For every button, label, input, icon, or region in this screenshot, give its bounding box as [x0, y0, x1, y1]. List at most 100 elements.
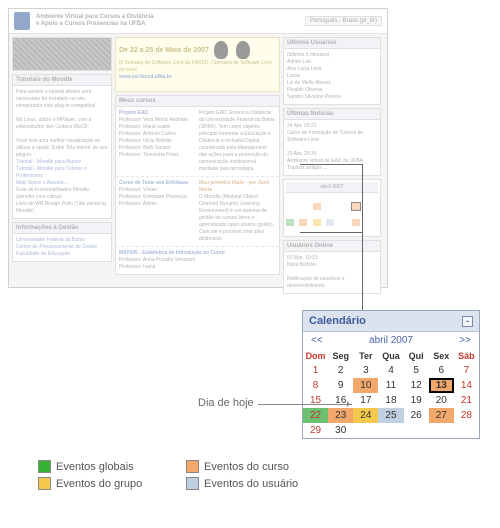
calendar-dow: Sex [429, 349, 454, 363]
page-header: Ambiente Virtual para Cursos a Distância… [9, 9, 387, 34]
site-title-l1: Ambiente Virtual para Cursos a Distância [36, 14, 154, 20]
calendar-month-label[interactable]: abril 2007 [369, 335, 413, 346]
news-title: Últimas Notícias [284, 109, 380, 120]
recent-users-body: (últimos 5 minutos) Admin Lab Ana Lúcia … [284, 49, 380, 104]
penguin-icon [236, 41, 250, 59]
calendar-day[interactable]: 29 [303, 423, 328, 438]
tutorial-sub2: Livro de Will Rivegh Puim (Title varies … [16, 201, 108, 215]
course-3-title[interactable]: MAT045 - Estatística de Introdução ao Cu… [119, 250, 225, 256]
calendar-dow: Qui [404, 349, 429, 363]
calendar-day[interactable]: 13 [429, 378, 454, 393]
calendar-day[interactable]: 19 [404, 393, 429, 408]
info-link-2[interactable]: Centro de Processamento de Dados [16, 244, 108, 251]
calendar-day[interactable]: 10 [353, 378, 378, 393]
tutorial-link-2[interactable]: Tutorial - Moodle para Tutores e Profess… [16, 166, 108, 180]
calendar-day[interactable]: 22 [303, 408, 328, 423]
tutorial-more[interactable]: Mais Sobre o Assunto... [16, 180, 108, 187]
hero-thumb [13, 38, 111, 70]
calendar-day[interactable]: 25 [378, 408, 403, 423]
calendar-day[interactable]: 30 [328, 423, 353, 438]
calendar-day[interactable]: 3 [353, 363, 378, 378]
calendar-block-small[interactable]: abril 2007 [283, 179, 381, 237]
online-block: Usuários Online 01 Mar, 10:13 Nícia Belt… [283, 240, 381, 294]
calendar-dow: Seg [328, 349, 353, 363]
site-logo [14, 12, 30, 30]
calendar-title: Calendário [309, 315, 366, 327]
next-month-button[interactable]: >> [459, 335, 471, 346]
calendar-dow: Ter [353, 349, 378, 363]
annotation-arrow [258, 404, 352, 405]
tutorials-title: Tutoriais do Moodle [13, 75, 111, 86]
calendar-day[interactable]: 11 [378, 378, 403, 393]
moodle-page-faded: Ambiente Virtual para Cursos a Distância… [8, 8, 388, 288]
language-selector[interactable]: Português - Brasil (pt_br) [305, 16, 382, 26]
legend-user: Eventos do usuário [204, 478, 298, 490]
calendar-grid: DomSegTerQuaQuiSexSáb 123456789101112131… [303, 349, 479, 438]
legend-group: Eventos do grupo [56, 478, 142, 490]
info-link-1[interactable]: Universidade Federal da Bahia [16, 237, 108, 244]
course-1-desc: Projeto EAD: Ensino a Distância da Unive… [199, 110, 276, 173]
mini-cal-grid [286, 195, 378, 234]
calendar-block-zoom: Calendário - << abril 2007 >> DomSegTerQ… [302, 310, 480, 439]
calendar-day[interactable]: 5 [404, 363, 429, 378]
info-title: Informações à Gestão [13, 223, 111, 234]
calendar-day[interactable]: 18 [378, 393, 403, 408]
recent-users-title: Últimos Usuários [284, 38, 380, 49]
swatch-course-icon [186, 460, 199, 473]
calendar-day[interactable]: 14 [454, 378, 479, 393]
calendar-day [378, 423, 403, 438]
callout-line [362, 164, 363, 314]
tutorial-link-1[interactable]: Tutorial - Moodle para Alunos [16, 159, 108, 166]
news-block: Últimas Notícias 24 Abr, 09:23 Curso de … [283, 108, 381, 176]
calendar-day[interactable]: 12 [404, 378, 429, 393]
info-block: Informações à Gestão Universidade Federa… [12, 222, 112, 262]
calendar-day [429, 423, 454, 438]
today-annotation: Dia de hoje [198, 397, 254, 409]
calendar-day[interactable]: 1 [303, 363, 328, 378]
calendar-day[interactable]: 24 [353, 408, 378, 423]
calendar-day[interactable]: 15 [303, 393, 328, 408]
swatch-group-icon [38, 477, 51, 490]
course-2-side-title[interactable]: Meu primeiro título - por José Maria [199, 180, 269, 193]
site-title: Ambiente Virtual para Cursos a Distância… [36, 14, 299, 28]
course-3-body: Professor: Anna Priscilla Venancio Profe… [119, 257, 276, 271]
calendar-day [353, 423, 378, 438]
calendar-day[interactable]: 23 [328, 408, 353, 423]
calendar-day[interactable]: 8 [303, 378, 328, 393]
course-2-title[interactable]: Curso de Teste ava Enfobase [119, 180, 188, 186]
calendar-day [454, 423, 479, 438]
calendar-day[interactable]: 9 [328, 378, 353, 393]
tutorial-sub1: Guia de Funcionalidades Moodle (abrir/le… [16, 187, 108, 201]
banner-url: www.ssl.faced.ufba.br [119, 74, 172, 80]
mini-cal-month: abril 2007 [286, 182, 378, 193]
info-link-3[interactable]: Faculdade de Educação [16, 251, 108, 258]
penguin-icon [214, 41, 228, 59]
calendar-day[interactable]: 27 [429, 408, 454, 423]
calendar-day[interactable]: 28 [454, 408, 479, 423]
minimize-icon[interactable]: - [462, 316, 473, 327]
course-2-body: Professor: Vívian Professor: Enfobase Pr… [119, 187, 196, 208]
event-banner[interactable]: De 22 a 25 de Maio de 2007 III Semana de… [115, 37, 280, 92]
calendar-day [404, 423, 429, 438]
news-body: 24 Abr, 09:23 Curso de Formação de Tutor… [284, 120, 380, 175]
tutorials-body: Para assistir o tutorial abaixo será nec… [16, 89, 108, 159]
calendar-day[interactable]: 17 [353, 393, 378, 408]
site-title-l2: e Apoio a Cursos Presencias na UFBA [36, 21, 145, 27]
calendar-day[interactable]: 6 [429, 363, 454, 378]
callout-line [300, 232, 362, 233]
calendar-day[interactable]: 26 [404, 408, 429, 423]
calendar-day[interactable]: 4 [378, 363, 403, 378]
online-body: 01 Mar, 10:13 Nícia Beltrão Notificação … [284, 252, 380, 293]
online-title: Usuários Online [284, 241, 380, 252]
calendar-day[interactable]: 2 [328, 363, 353, 378]
course-2-desc: O Moodle (Modular Object-Oriented Dynami… [199, 194, 276, 243]
calendar-day[interactable]: 20 [429, 393, 454, 408]
banner-sub1: III Semana de Software Livre da FACED [119, 60, 209, 66]
legend-course: Eventos do curso [204, 461, 289, 473]
course-1-title[interactable]: Projeto EAD [119, 110, 148, 116]
prev-month-button[interactable]: << [311, 335, 323, 346]
calendar-day[interactable]: 7 [454, 363, 479, 378]
legend-global: Eventos globais [56, 461, 134, 473]
calendar-dow: Qua [378, 349, 403, 363]
calendar-day[interactable]: 21 [454, 393, 479, 408]
